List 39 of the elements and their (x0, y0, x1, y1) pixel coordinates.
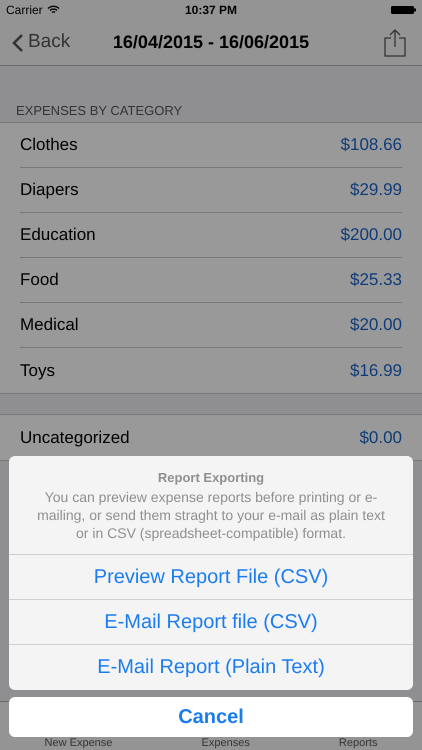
sheet-action-button[interactable]: Preview Report File (CSV) (9, 554, 413, 600)
category-row[interactable]: Food $25.33 (0, 258, 422, 303)
category-row[interactable]: Clothes $108.66 (0, 123, 422, 168)
clock-label: 10:37 PM (184, 2, 238, 19)
category-row[interactable]: Toys $16.99 (0, 348, 422, 393)
category-name: Clothes (20, 134, 78, 156)
category-amount: $200.00 (340, 224, 402, 246)
category-row[interactable]: Diapers $29.99 (0, 168, 422, 213)
category-amount: $108.66 (340, 134, 402, 156)
category-name: Diapers (20, 179, 79, 202)
sheet-action-button[interactable]: E-Mail Report (Plain Text) (9, 644, 413, 690)
category-amount: $16.99 (350, 360, 402, 382)
sheet-action-button[interactable]: E-Mail Report file (CSV) (9, 600, 413, 644)
category-row[interactable]: Medical $20.00 (0, 303, 422, 348)
category-name: Food (20, 269, 59, 292)
category-row[interactable]: Education $200.00 (0, 213, 422, 258)
category-amount: $0.00 (359, 426, 402, 449)
category-amount: $25.33 (350, 269, 402, 292)
category-row[interactable]: Uncategorized $0.00 (0, 415, 422, 460)
back-button[interactable]: Back (12, 28, 70, 57)
sheet-title: Report Exporting (158, 469, 264, 487)
carrier-label: Carrier (6, 2, 43, 19)
section-header: EXPENSES BY CATEGORY (16, 103, 182, 118)
category-name: Education (20, 224, 96, 246)
battery-icon (391, 5, 416, 15)
category-name: Toys (20, 360, 55, 382)
wifi-icon (46, 5, 60, 15)
category-name: Uncategorized (20, 426, 130, 449)
category-amount: $29.99 (350, 179, 402, 202)
tab-item[interactable]: New Expense (44, 738, 112, 749)
share-icon (384, 28, 406, 56)
category-name: Medical (20, 314, 79, 336)
tab-item[interactable]: Expenses (202, 738, 250, 749)
category-amount: $20.00 (350, 314, 402, 336)
cancel-button[interactable]: Cancel (9, 696, 413, 736)
tab-item[interactable]: Reports (338, 738, 378, 749)
chevron-left-icon (12, 32, 24, 52)
sheet-message: You can preview expense reports before printing or e-mailing, or send them straght to your e-mail as plain text or in CSV (spreadsheet-compatible) format. (36, 488, 386, 542)
nav-title: 16/04/2015 - 16/06/2015 (112, 31, 310, 54)
